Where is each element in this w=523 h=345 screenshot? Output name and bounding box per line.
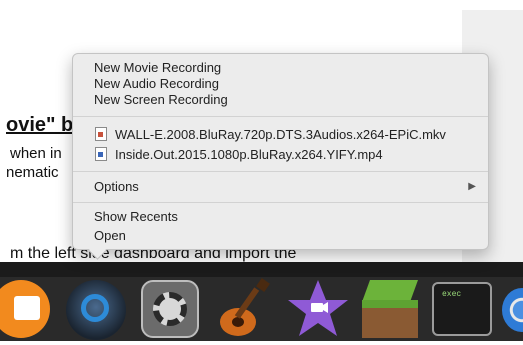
quicktime-icon[interactable]	[66, 280, 126, 340]
imovie-icon[interactable]	[286, 278, 350, 340]
new-movie-recording-item[interactable]: New Movie Recording	[94, 60, 221, 76]
document-text-line: nematic	[6, 164, 59, 181]
submenu-arrow-icon: ▶	[468, 181, 476, 192]
video-file-icon	[95, 147, 107, 161]
new-screen-recording-item[interactable]: New Screen Recording	[94, 92, 228, 108]
document-text-line: when in	[10, 145, 62, 162]
recent-file-label: WALL-E.2008.BluRay.720p.DTS.3Audios.x264…	[115, 127, 446, 142]
recent-file-label: Inside.Out.2015.1080p.BluRay.x264.YIFY.m…	[115, 147, 383, 162]
recent-file-item[interactable]: Inside.Out.2015.1080p.BluRay.x264.YIFY.m…	[95, 147, 383, 163]
new-audio-recording-item[interactable]: New Audio Recording	[94, 76, 219, 92]
context-menu: New Movie Recording New Audio Recording …	[72, 53, 489, 250]
system-preferences-icon[interactable]	[141, 280, 199, 338]
minecraft-icon[interactable]	[356, 280, 424, 340]
garageband-icon[interactable]	[214, 278, 280, 340]
menu-separator	[73, 171, 488, 172]
document-heading: ovie" b	[6, 114, 74, 136]
menu-separator	[73, 116, 488, 117]
options-menu-item[interactable]: Options	[94, 179, 139, 195]
terminal-exec-label: exec	[442, 290, 462, 299]
menu-separator	[73, 202, 488, 203]
video-file-icon	[95, 127, 107, 141]
recent-file-item[interactable]: WALL-E.2008.BluRay.720p.DTS.3Audios.x264…	[95, 127, 446, 143]
show-recents-item[interactable]: Show Recents	[94, 209, 178, 225]
dock-shelf	[0, 262, 523, 277]
terminal-icon[interactable]: exec	[432, 282, 492, 336]
